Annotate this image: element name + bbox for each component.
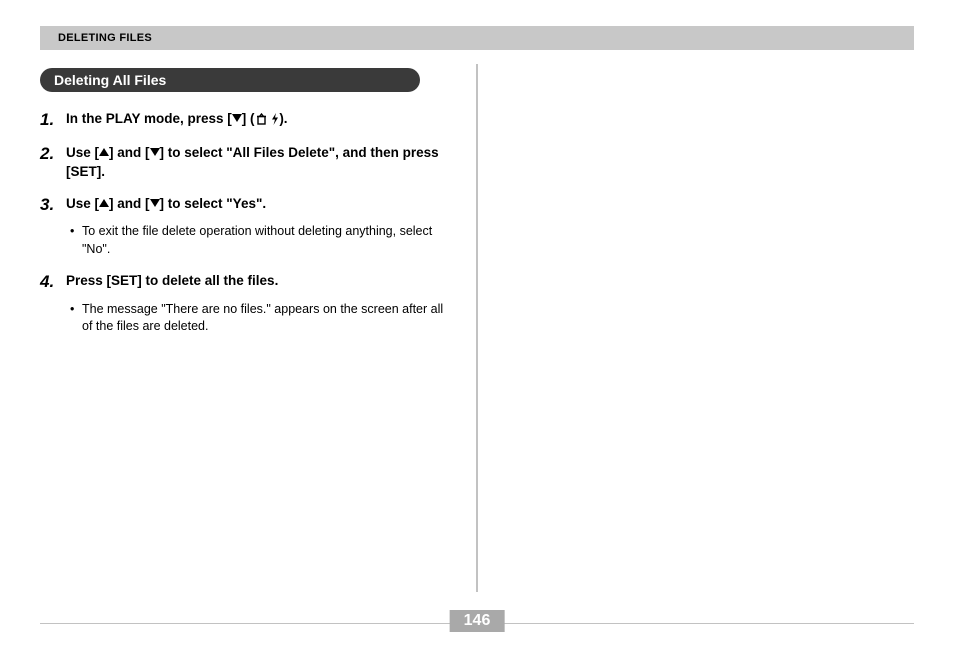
step-4: 4. Press [SET] to delete all the files. <box>40 272 444 292</box>
step-3: 3. Use [ ] and [ ] to select "Yes". <box>40 195 444 215</box>
step-text: Use [] and [] to select "All Files Delet… <box>66 144 444 180</box>
step-text-part: ] and [ <box>109 145 150 160</box>
up-triangle-icon <box>99 148 109 156</box>
footer-rule: 146 <box>40 623 914 624</box>
down-triangle-icon <box>150 199 160 207</box>
chapter-title: DELETING FILES <box>58 32 152 44</box>
step-text-part: Use [ <box>66 145 99 160</box>
down-triangle-icon <box>232 114 242 122</box>
step-text-part: In the PLAY mode, press [ <box>66 111 232 126</box>
step-text: In the PLAY mode, press [ ] ( ). <box>66 110 288 130</box>
step-text-part: Use [ <box>66 196 99 211</box>
column-divider <box>476 64 478 592</box>
step-4-notes: The message "There are no files." appear… <box>40 301 444 336</box>
trash-icon <box>255 112 268 130</box>
page-footer: 146 <box>40 623 914 624</box>
section-title: Deleting All Files <box>54 72 166 88</box>
step-1: 1. In the PLAY mode, press [ ] ( ). <box>40 110 444 130</box>
step-text-part: ] to select "Yes". <box>160 196 267 211</box>
step-number: 1. <box>40 110 66 130</box>
step-number: 3. <box>40 195 66 215</box>
page-number: 146 <box>450 610 505 632</box>
step-3-notes: To exit the file delete operation withou… <box>40 223 444 258</box>
note-item: The message "There are no files." appear… <box>70 301 444 336</box>
step-2: 2. Use [] and [] to select "All Files De… <box>40 144 444 180</box>
content-columns: Deleting All Files 1. In the PLAY mode, … <box>40 68 914 588</box>
step-number: 2. <box>40 144 66 180</box>
step-number: 4. <box>40 272 66 292</box>
step-text-part: ] ( <box>242 111 255 126</box>
chapter-header: DELETING FILES <box>40 26 914 50</box>
step-text-part: ). <box>279 111 287 126</box>
right-column <box>460 68 880 588</box>
up-triangle-icon <box>99 199 109 207</box>
step-text: Press [SET] to delete all the files. <box>66 272 278 292</box>
left-column: Deleting All Files 1. In the PLAY mode, … <box>40 68 460 588</box>
step-text: Use [ ] and [ ] to select "Yes". <box>66 195 266 215</box>
down-triangle-icon <box>150 148 160 156</box>
manual-page: DELETING FILES Deleting All Files 1. In … <box>0 0 954 646</box>
note-item: To exit the file delete operation withou… <box>70 223 444 258</box>
section-heading: Deleting All Files <box>40 68 420 92</box>
step-text-part: ] and [ <box>109 196 150 211</box>
